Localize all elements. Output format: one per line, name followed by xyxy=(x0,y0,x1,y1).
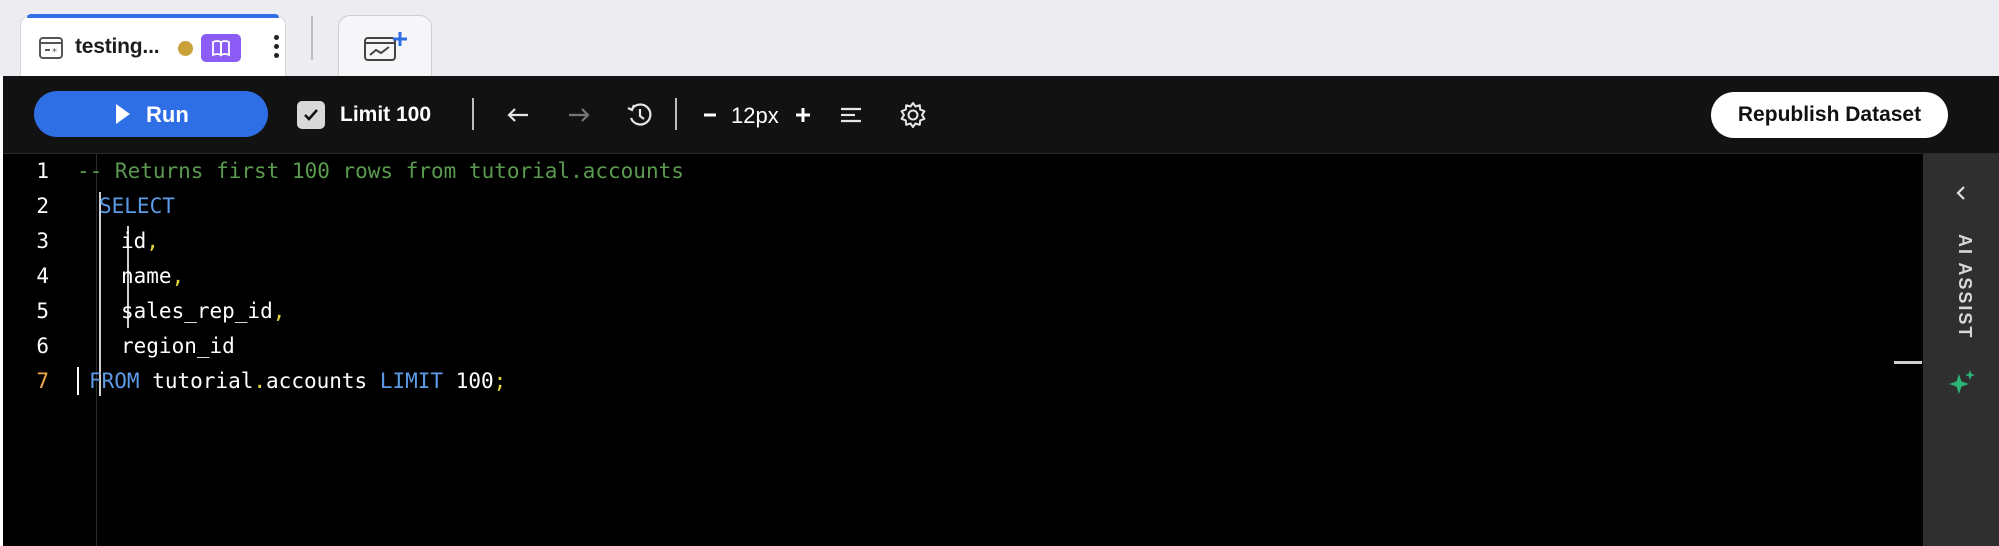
line-number: 4 xyxy=(36,264,49,288)
code-line[interactable]: name, xyxy=(121,264,184,288)
sparkle-icon[interactable] xyxy=(1947,368,1977,403)
code-token: , xyxy=(146,229,159,253)
line-number: 6 xyxy=(36,334,49,358)
code-token: -- Returns first 100 rows from tutorial.… xyxy=(77,159,684,183)
tab-divider xyxy=(311,16,313,60)
minus-icon[interactable] xyxy=(695,100,725,130)
code-line[interactable]: id, xyxy=(121,229,159,253)
book-badge[interactable] xyxy=(201,34,241,62)
code-line[interactable]: -- Returns first 100 rows from tutorial.… xyxy=(77,159,684,183)
redo-arrow-icon[interactable] xyxy=(564,100,594,130)
svg-text:*: * xyxy=(52,47,57,58)
code-line[interactable]: SELECT xyxy=(99,194,175,218)
gear-icon[interactable] xyxy=(898,100,928,130)
code-token: 100 xyxy=(443,369,494,393)
code-token: tutorial xyxy=(139,369,254,393)
code-line[interactable]: FROM tutorial.accounts LIMIT 100; xyxy=(89,369,506,393)
code-token: . xyxy=(253,369,267,393)
run-button[interactable]: Run xyxy=(34,91,268,137)
checkbox-icon xyxy=(304,109,318,121)
ai-assist-panel[interactable]: AI ASSIST xyxy=(1923,154,1999,546)
active-tab-indicator xyxy=(27,14,279,18)
code-line[interactable]: sales_rep_id, xyxy=(121,299,285,323)
unsaved-dot xyxy=(178,41,193,56)
code-token: name xyxy=(121,264,172,288)
tab-bar: * testing... xyxy=(0,0,1999,76)
history-icon[interactable] xyxy=(625,100,655,130)
kebab-icon[interactable] xyxy=(269,31,283,65)
code-token: region_id xyxy=(121,334,235,358)
code-token: FROM xyxy=(89,369,140,393)
font-size-value: 12px xyxy=(731,103,779,128)
code-token: LIMIT xyxy=(379,369,444,393)
editor-toolbar: Run Limit 100 12px Republish Dataset xyxy=(3,76,1999,154)
line-number: 5 xyxy=(36,299,49,323)
limit-checkbox[interactable] xyxy=(297,101,325,129)
tab-active[interactable]: * testing... xyxy=(20,14,286,76)
run-button-label: Run xyxy=(146,102,189,127)
toolbar-divider xyxy=(472,98,474,130)
code-token: id xyxy=(121,229,147,253)
ai-assist-label[interactable]: AI ASSIST xyxy=(1947,234,1975,354)
line-number: 2 xyxy=(36,194,49,218)
text-cursor xyxy=(77,367,79,395)
code-line[interactable]: region_id xyxy=(121,334,235,358)
line-number-gutter: 1 2 3 4 5 6 7 xyxy=(3,154,97,546)
new-chart-icon xyxy=(364,32,407,61)
new-chart-tab-button[interactable] xyxy=(338,15,432,76)
line-number: 3 xyxy=(36,229,49,253)
line-number-active: 7 xyxy=(36,369,49,393)
republish-dataset-button[interactable]: Republish Dataset xyxy=(1711,92,1948,138)
limit-label[interactable]: Limit 100 xyxy=(340,103,431,127)
tab-title: testing... xyxy=(75,35,160,58)
code-token: , xyxy=(272,299,286,323)
code-token: ; xyxy=(493,369,507,393)
scroll-marker[interactable] xyxy=(1894,361,1922,364)
code-token: sales_rep_id xyxy=(121,299,273,323)
undo-arrow-icon[interactable] xyxy=(503,100,533,130)
code-token: , xyxy=(171,264,185,288)
code-token: SELECT xyxy=(99,194,175,218)
chevron-left-icon[interactable] xyxy=(1952,184,1970,207)
indent-guide xyxy=(99,192,101,396)
format-icon[interactable] xyxy=(836,100,866,130)
line-number: 1 xyxy=(36,159,49,183)
plus-icon[interactable] xyxy=(788,100,818,130)
dataset-icon: * xyxy=(38,35,64,61)
code-token: accounts xyxy=(266,369,380,393)
sql-editor[interactable]: 1 2 3 4 5 6 7 -- Returns first 100 rows … xyxy=(3,154,1923,546)
toolbar-divider xyxy=(675,98,677,130)
book-icon xyxy=(212,40,230,57)
play-icon xyxy=(116,104,130,124)
